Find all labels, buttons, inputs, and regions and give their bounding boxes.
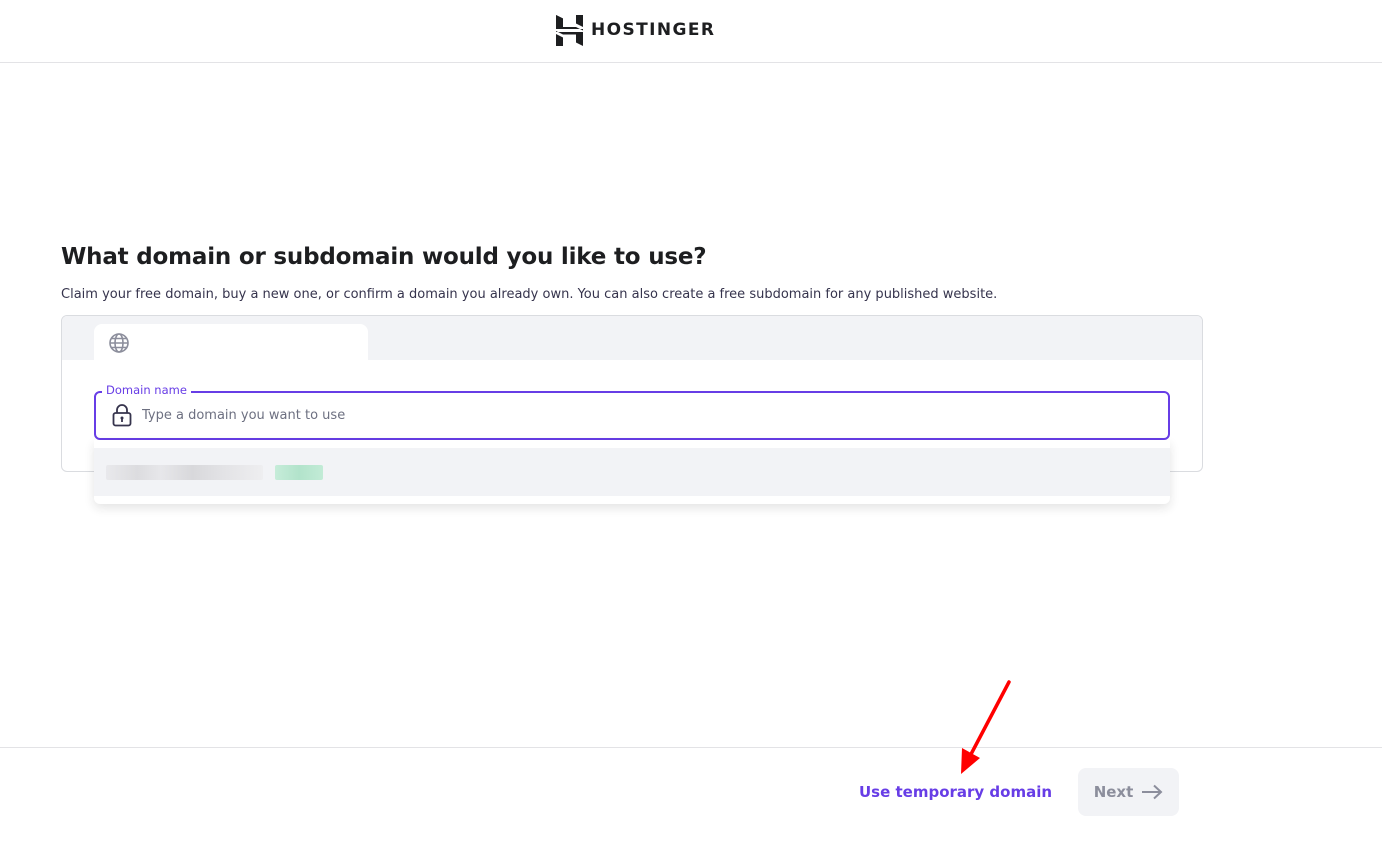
hostinger-logo-icon (556, 14, 583, 46)
page-subtitle: Claim your free domain, buy a new one, o… (61, 287, 998, 302)
domain-name-field (94, 391, 1170, 440)
domain-name-input[interactable] (142, 393, 1142, 438)
suggestion-badge: ████ (275, 465, 323, 480)
use-temporary-domain-button[interactable]: Use temporary domain (852, 775, 1059, 809)
page-title: What domain or subdomain would you like … (61, 244, 707, 270)
tab-domain[interactable] (94, 324, 368, 360)
brand-logo[interactable]: HOSTINGER (556, 14, 715, 46)
suggestion-domain-text: ████████████ (106, 465, 263, 480)
globe-icon (109, 333, 129, 353)
domain-suggestions-dropdown: ████████████ ████ (94, 440, 1170, 504)
domain-tabs (62, 316, 1202, 360)
lock-icon (112, 404, 132, 427)
brand-name: HOSTINGER (591, 20, 716, 40)
suggestion-item[interactable]: ████████████ ████ (94, 448, 1170, 496)
annotation-arrow-icon (961, 680, 1011, 774)
footer-divider (0, 747, 1382, 748)
domain-name-label: Domain name (102, 383, 191, 397)
next-button-label: Next (1093, 783, 1134, 801)
arrow-right-icon (1142, 784, 1163, 800)
top-header: HOSTINGER (0, 0, 1382, 63)
next-button[interactable]: Next (1078, 768, 1179, 816)
